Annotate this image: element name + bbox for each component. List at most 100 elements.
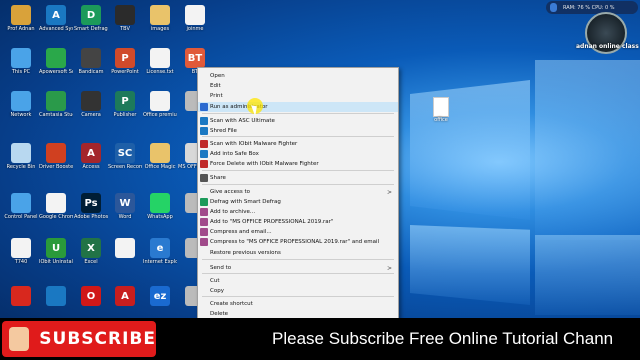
apowersoft-icon — [46, 48, 66, 68]
menu-separator — [202, 170, 394, 171]
powerpoint-icon: P — [115, 48, 135, 68]
desktop-icon[interactable]: License.txt — [143, 48, 177, 75]
desktop-icon[interactable]: TBV — [108, 5, 142, 32]
camtasia-icon — [46, 91, 66, 111]
menu-item[interactable]: Share — [198, 173, 398, 183]
pdf-icon — [11, 286, 31, 306]
desktop-icon[interactable]: Office Magic — [143, 143, 177, 170]
excel-icon: X — [81, 238, 101, 258]
menu-item[interactable]: Copy — [198, 286, 398, 296]
desktop-icon[interactable]: Camera — [74, 91, 108, 118]
recycle-bin-icon — [11, 143, 31, 163]
desktop-icon[interactable]: This PC — [4, 48, 38, 75]
chevron-right-icon: > — [386, 264, 392, 272]
desktop-icon[interactable]: eInternet Explorer — [143, 238, 177, 265]
desktop-icon[interactable]: Network — [4, 91, 38, 118]
menu-item[interactable]: Send to > — [198, 263, 398, 273]
desktop-icon[interactable]: P Publisher — [108, 91, 142, 118]
defrag-icon — [200, 198, 208, 206]
menu-item[interactable]: Restore previous versions — [198, 248, 398, 258]
desktop-icon[interactable]: Recycle Bin — [4, 143, 38, 170]
screen-recorder-icon: SC — [115, 143, 135, 163]
subscribe-button[interactable]: SUBSCRIBE — [2, 321, 156, 357]
desktop-icon-label: Screen Recorder — [108, 164, 142, 170]
desktop-icon[interactable]: SCScreen Recorder — [108, 143, 142, 170]
menu-item[interactable]: Add into Safe Box — [198, 149, 398, 159]
desktop-icon[interactable]: O — [74, 286, 108, 307]
menu-item[interactable]: Print — [198, 91, 398, 101]
menu-item[interactable]: Open — [198, 71, 398, 81]
desktop-icon[interactable]: Camtasia Studio 8 — [39, 91, 73, 118]
windows-logo-pane — [410, 80, 530, 220]
desktop-icon-label: images — [150, 26, 170, 32]
desktop-icon-label: Prof Adnan — [7, 26, 35, 32]
desktop-icon[interactable]: DSmart Defrag 6 — [74, 5, 108, 32]
desktop-icon[interactable]: A — [108, 286, 142, 307]
menu-separator — [202, 136, 394, 137]
desktop-icon[interactable] — [4, 286, 38, 307]
menu-item[interactable]: Force Delete with IObit Malware Fighter — [198, 159, 398, 169]
menu-item[interactable]: Add to "MS OFFICE PROFESSIONAL 2019.rar" — [198, 217, 398, 227]
desktop-icon[interactable]: UIObit Uninstaller — [39, 238, 73, 265]
desktop-icon-label: Access — [82, 164, 100, 170]
menu-item[interactable]: Shred File — [198, 126, 398, 136]
menu-item-label: Add to archive... — [210, 209, 256, 215]
desktop-icon-label: Control Panel — [4, 214, 38, 220]
desktop-icon[interactable]: Apowersoft Screen Reco... — [39, 48, 73, 75]
menu-item[interactable]: Compress to "MS OFFICE PROFESSIONAL 2019… — [198, 237, 398, 247]
desktop-icon[interactable]: X Excel — [74, 238, 108, 265]
desktop-icon[interactable]: Prof Adnan — [4, 5, 38, 32]
menu-item-label: Create shortcut — [210, 301, 253, 307]
menu-item-spacer — [200, 300, 208, 308]
bandicam-icon — [81, 48, 101, 68]
desktop-icon-label: This PC — [11, 69, 31, 75]
desktop-icon-label: WhatsApp — [147, 214, 173, 220]
desktop-icon-label: TBV — [120, 26, 130, 32]
menu-item-label: Scan with IObit Malware Fighter — [210, 141, 298, 147]
menu-item-spacer — [200, 277, 208, 285]
desktop-icon[interactable]: Control Panel — [4, 193, 38, 220]
desktop-icon[interactable]: Google Chrome — [39, 193, 73, 220]
desktop-icon-label: Camtasia Studio 8 — [39, 112, 73, 118]
smart-defrag-icon: D — [81, 5, 101, 25]
menu-item[interactable]: Add to archive... — [198, 207, 398, 217]
desktop-icon[interactable] — [39, 286, 73, 307]
desktop-icon[interactable] — [108, 238, 142, 259]
menu-item[interactable]: Create shortcut — [198, 299, 398, 309]
desktop-icon[interactable]: PsAdobe Photoshop — [74, 193, 108, 220]
menu-item-label: Restore previous versions — [210, 250, 281, 256]
desktop-icon[interactable]: A Access — [74, 143, 108, 170]
driver-booster-icon — [46, 143, 66, 163]
menu-item[interactable]: Cut — [198, 276, 398, 286]
menu-item-label: Cut — [210, 278, 220, 284]
desktop-icon[interactable]: Bandicam — [74, 48, 108, 75]
ram-readout: RAM: 76 % CPU: 0 % — [563, 4, 615, 11]
desktop-icon[interactable]: ez — [143, 286, 177, 307]
desktop-icon[interactable]: WhatsApp — [143, 193, 177, 220]
word-icon: W — [115, 193, 135, 213]
desktop-icon[interactable]: P PowerPoint — [108, 48, 142, 75]
desktop-icon[interactable]: Driver Booster 6 — [39, 143, 73, 170]
menu-item[interactable]: Scan with IObit Malware Fighter — [198, 139, 398, 149]
menu-item[interactable]: Defrag with Smart Defrag — [198, 197, 398, 207]
desktop-icon[interactable]: W Word — [108, 193, 142, 220]
desktop-icon[interactable]: Office premium — [143, 91, 177, 118]
text-file-icon — [150, 48, 170, 68]
desktop-icon[interactable]: joinme — [178, 5, 212, 32]
menu-item[interactable]: Compress and email... — [198, 227, 398, 237]
menu-item[interactable]: Give access to > — [198, 187, 398, 197]
archive-icon — [200, 218, 208, 226]
subscribe-label: SUBSCRIBE — [39, 329, 156, 349]
menu-item[interactable]: Scan with ASC Ultimate — [198, 116, 398, 126]
menu-item[interactable]: Run as administrator — [198, 102, 398, 112]
menu-item-spacer — [200, 188, 208, 196]
menu-item[interactable]: Edit — [198, 81, 398, 91]
desktop-icon-label: Network — [10, 112, 32, 118]
desktop-icon[interactable]: images — [143, 5, 177, 32]
desktop-icon[interactable]: AAdvanced SystemCa... — [39, 5, 73, 32]
desktop-file-office[interactable]: office — [431, 97, 451, 123]
access-icon: A — [81, 143, 101, 163]
iobit-uninstaller-icon: U — [46, 238, 66, 258]
desktop-icon[interactable]: T740 — [4, 238, 38, 265]
whatsapp-icon — [150, 193, 170, 213]
